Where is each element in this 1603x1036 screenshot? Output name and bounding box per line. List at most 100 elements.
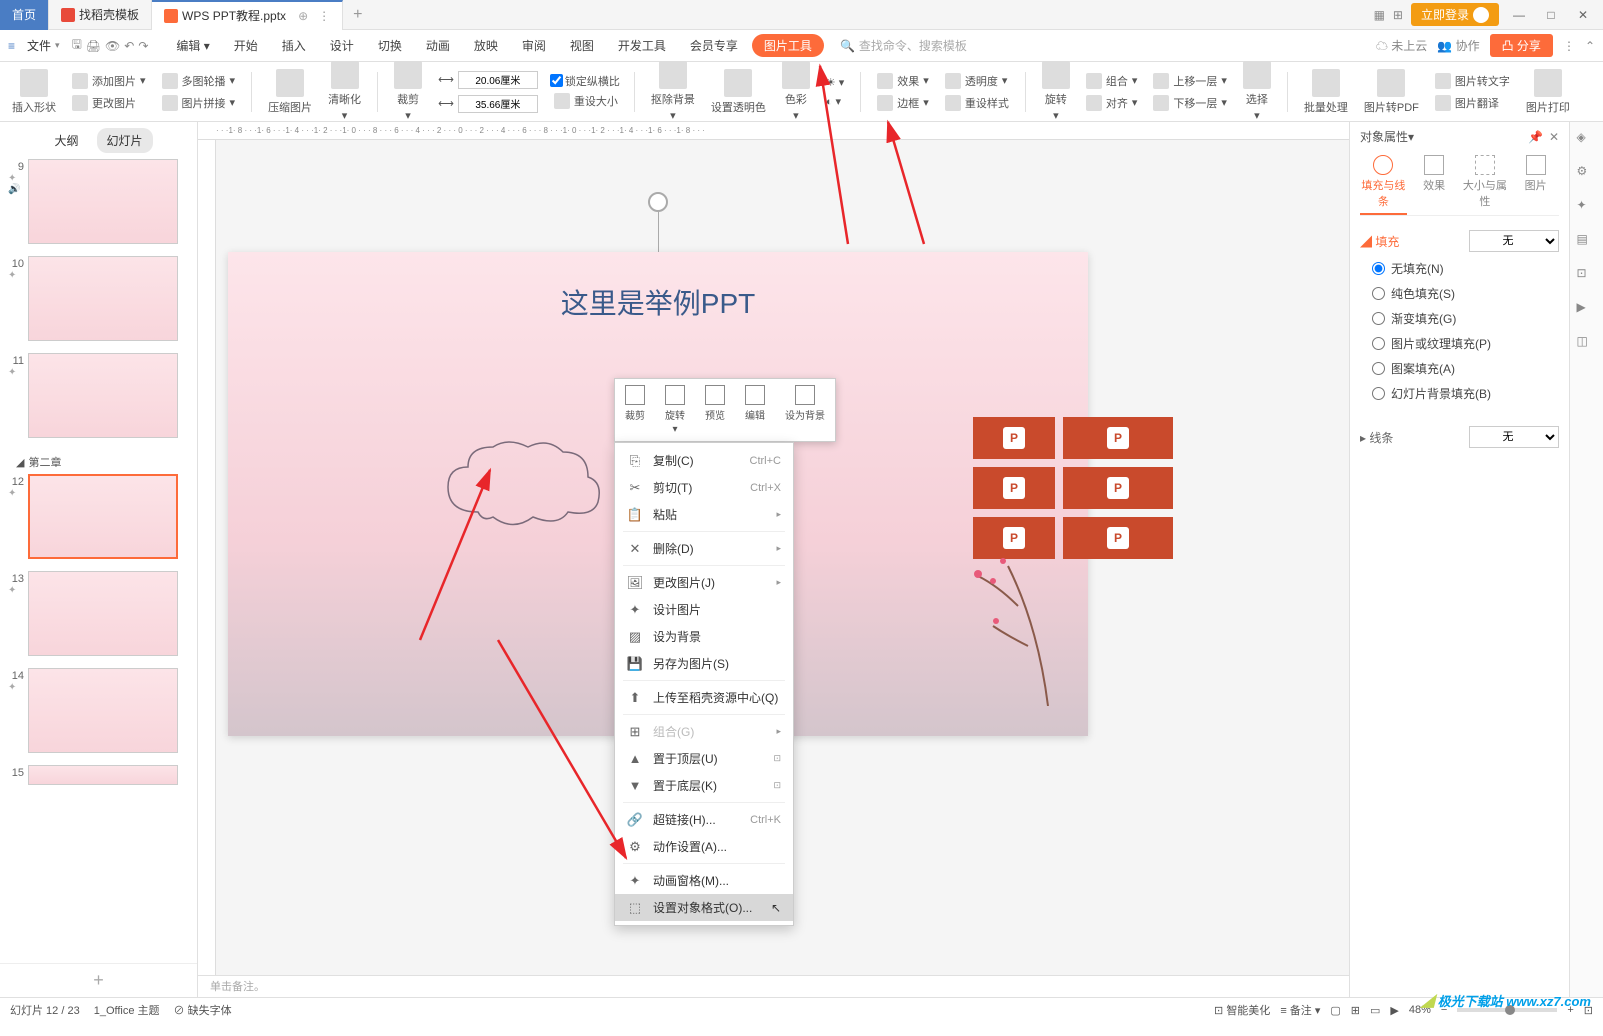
ribbon-compress[interactable]: 压缩图片 <box>264 69 316 115</box>
radio-solid-fill[interactable]: 纯色填充(S) <box>1360 281 1559 306</box>
ctx-upload[interactable]: ⬆上传至稻壳资源中心(Q) <box>615 684 793 711</box>
view-reading-icon[interactable]: ▭ <box>1370 1004 1380 1017</box>
ribbon-brightness[interactable]: ☀ ▾ <box>822 74 848 91</box>
slide-thumb-15[interactable] <box>28 765 178 785</box>
ribbon-change-picture[interactable]: 更改图片 <box>68 93 150 113</box>
menu-slideshow[interactable]: 放映 <box>464 33 508 58</box>
ctx-design-pic[interactable]: ✦设计图片 <box>615 596 793 623</box>
add-slide-button[interactable]: + <box>0 963 197 997</box>
file-menu[interactable]: 文件 ▾ <box>19 33 68 58</box>
ribbon-reset-style[interactable]: 重设样式 <box>941 93 1013 113</box>
close-button[interactable]: ✕ <box>1571 8 1595 22</box>
layers-icon[interactable]: ▤ <box>1577 232 1597 252</box>
view-slideshow-icon[interactable]: ▶ <box>1390 1004 1398 1017</box>
section-header[interactable]: ◢ 第二章 <box>8 450 189 474</box>
menu-insert[interactable]: 插入 <box>272 33 316 58</box>
ribbon-crop[interactable]: 裁剪 ▾ <box>390 61 426 122</box>
mini-crop[interactable]: 裁剪 <box>619 383 651 437</box>
menu-animation[interactable]: 动画 <box>416 33 460 58</box>
radio-gradient-fill[interactable]: 渐变填充(G) <box>1360 306 1559 331</box>
minimize-button[interactable]: — <box>1507 8 1531 22</box>
width-input[interactable] <box>458 71 538 89</box>
settings-icon[interactable]: ⚙ <box>1577 164 1597 184</box>
radio-picture-fill[interactable]: 图片或纹理填充(P) <box>1360 331 1559 356</box>
notes-toggle[interactable]: ≡ 备注 ▾ <box>1280 1002 1320 1018</box>
ribbon-width[interactable]: ⟷ <box>434 69 542 91</box>
tags-icon[interactable]: ◫ <box>1577 334 1597 354</box>
ribbon-clarity[interactable]: 清晰化 ▾ <box>324 61 365 122</box>
tab-templates[interactable]: 找稻壳模板 <box>49 0 152 30</box>
ribbon-batch[interactable]: 批量处理 <box>1300 69 1352 115</box>
smart-beautify[interactable]: ⊡ 智能美化 <box>1214 1002 1270 1018</box>
ribbon-picture-splice[interactable]: 图片拼接 ▾ <box>158 93 240 113</box>
ribbon-pic-print[interactable]: 图片打印 <box>1522 69 1574 115</box>
slide-thumb-11[interactable] <box>28 353 178 438</box>
grid-icon[interactable]: ▦ <box>1374 8 1385 22</box>
ribbon-rotate[interactable]: 旋转 ▾ <box>1038 61 1074 122</box>
radio-slide-bg-fill[interactable]: 幻灯片背景填充(B) <box>1360 381 1559 406</box>
close-icon[interactable]: ⋮ <box>318 9 330 23</box>
missing-font[interactable]: ⊘ 缺失字体 <box>174 1002 232 1018</box>
tab-home[interactable]: 首页 <box>0 0 49 30</box>
panel-tab-effect[interactable]: 效果 <box>1411 151 1458 215</box>
fill-select[interactable]: 无 <box>1469 230 1559 252</box>
menu-view[interactable]: 视图 <box>560 33 604 58</box>
radio-pattern-fill[interactable]: 图案填充(A) <box>1360 356 1559 381</box>
ribbon-pic-translate[interactable]: 图片翻译 <box>1431 93 1514 113</box>
ctx-copy[interactable]: ⎘复制(C)Ctrl+C <box>615 447 793 474</box>
new-tab-button[interactable]: + <box>343 6 372 24</box>
ribbon-multi-carousel[interactable]: 多图轮播 ▾ <box>158 71 240 91</box>
line-select[interactable]: 无 <box>1469 426 1559 448</box>
print-icon[interactable]: 🖨 <box>86 39 101 53</box>
tab-document[interactable]: WPS PPT教程.pptx ⊕ ⋮ <box>152 0 343 30</box>
slide-thumb-9[interactable] <box>28 159 178 244</box>
more-icon[interactable]: ⋮ <box>1563 39 1575 53</box>
ribbon-effect[interactable]: 效果 ▾ <box>873 71 933 91</box>
pin-icon[interactable]: 📌 <box>1528 130 1543 144</box>
ctx-to-front[interactable]: ▲置于顶层(U)⊡ <box>615 745 793 772</box>
slide-thumb-13[interactable] <box>28 571 178 656</box>
ctx-set-bg[interactable]: ▨设为背景 <box>615 623 793 650</box>
notes-bar[interactable]: 单击备注。 <box>198 975 1349 997</box>
ribbon-add-picture[interactable]: 添加图片 ▾ <box>68 71 150 91</box>
menu-transition[interactable]: 切换 <box>368 33 412 58</box>
menu-review[interactable]: 审阅 <box>512 33 556 58</box>
view-sorter-icon[interactable]: ⊞ <box>1351 1004 1360 1017</box>
cloud-icon[interactable]: ☁ 未上云 <box>1376 37 1427 54</box>
login-button[interactable]: 立即登录 <box>1411 3 1499 26</box>
slide-thumb-14[interactable] <box>28 668 178 753</box>
cloud-shape[interactable] <box>438 432 608 532</box>
fill-section-label[interactable]: ◢ 填充 <box>1360 233 1399 250</box>
slide-list[interactable]: 9✦🔊 10✦ 11✦ ◢ 第二章 12✦ 13✦ 14✦ 15 <box>0 159 197 963</box>
ribbon-pic-to-pdf[interactable]: 图片转PDF <box>1360 69 1423 115</box>
ribbon-move-up[interactable]: 上移一层 ▾ <box>1149 71 1231 91</box>
app-menu-icon[interactable]: ≡ <box>8 39 15 53</box>
slide-thumb-10[interactable] <box>28 256 178 341</box>
ribbon-combine[interactable]: 组合 ▾ <box>1082 71 1142 91</box>
ribbon-lock-ratio[interactable]: 锁定纵横比 <box>550 73 622 89</box>
ctx-to-back[interactable]: ▼置于底层(K)⊡ <box>615 772 793 799</box>
ctx-anim-pane[interactable]: ✦动画窗格(M)... <box>615 867 793 894</box>
tab-slides[interactable]: 幻灯片 <box>97 128 153 153</box>
redo-icon[interactable]: ↷ <box>138 39 148 53</box>
ribbon-pic-to-text[interactable]: 图片转文字 <box>1431 71 1514 91</box>
ribbon-color[interactable]: 色彩 ▾ <box>778 61 814 122</box>
search-box[interactable]: 🔍 查找命令、搜索模板 <box>840 37 967 54</box>
undo-icon[interactable]: ↶ <box>124 39 134 53</box>
panel-tab-fill[interactable]: 填充与线条 <box>1360 151 1407 215</box>
expand-icon[interactable]: ⌃ <box>1585 39 1595 53</box>
coop-icon[interactable]: 👥 协作 <box>1437 37 1479 54</box>
panel-tab-size[interactable]: 大小与属性 <box>1462 151 1509 215</box>
ribbon-set-transparent[interactable]: 设置透明色 <box>707 69 770 115</box>
share-button[interactable]: 凸 分享 <box>1490 34 1553 57</box>
diamond-icon[interactable]: ◈ <box>1577 130 1597 150</box>
menu-devtools[interactable]: 开发工具 <box>608 33 676 58</box>
slide-thumb-12[interactable] <box>28 474 178 559</box>
ctx-combine[interactable]: ⊞组合(G)▸ <box>615 718 793 745</box>
ctx-delete[interactable]: ✕删除(D)▸ <box>615 535 793 562</box>
ribbon-align[interactable]: 对齐 ▾ <box>1082 93 1142 113</box>
mini-rotate[interactable]: 旋转 ▾ <box>659 383 691 437</box>
menu-design[interactable]: 设计 <box>320 33 364 58</box>
tab-menu-icon[interactable]: ⊕ <box>298 9 308 23</box>
line-section-label[interactable]: ▸ 线条 <box>1360 429 1393 446</box>
